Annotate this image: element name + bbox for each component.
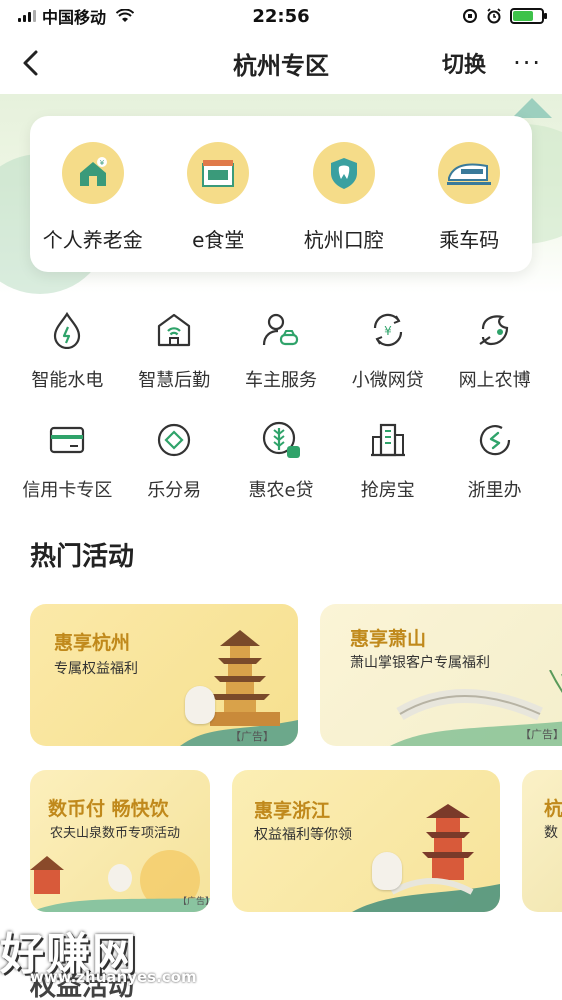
svg-text:¥: ¥	[384, 324, 392, 338]
quick-label: 杭州口腔	[303, 228, 384, 252]
card-subtitle: 农夫山泉数币专项活动	[50, 826, 181, 841]
smart-building-icon	[154, 310, 194, 350]
chevron-left-icon	[23, 50, 38, 76]
wifi-icon	[116, 9, 135, 22]
card-title: 惠享浙江	[254, 800, 331, 822]
svg-text:¥: ¥	[100, 159, 105, 167]
grid-item-smart-logistics[interactable]: 智慧后勤	[121, 310, 228, 420]
card-subtitle: 数	[544, 825, 558, 841]
alarm-icon	[487, 8, 501, 24]
grid-label: 乐分易	[147, 480, 202, 501]
grid-label: 智能水电	[31, 370, 104, 391]
quick-label: 个人养老金	[42, 228, 143, 252]
service-grid: 智能水电 智慧后勤 车主服务 ¥ 小微网贷 网上农博 信用卡专区 乐分易 惠农e…	[14, 310, 548, 530]
tooth-shield-icon	[312, 142, 375, 204]
grid-label: 车主服务	[244, 370, 317, 391]
ad-tag: 【广告】	[178, 897, 210, 907]
grid-item-house-treasure[interactable]: 抢房宝	[334, 420, 441, 530]
status-right	[364, 8, 547, 24]
zhe-circle-icon	[475, 420, 515, 460]
buildings-icon	[368, 420, 408, 460]
water-drop-icon	[47, 310, 87, 350]
ad-tag: 【广告】	[520, 728, 562, 741]
quick-item-canteen[interactable]: e食堂	[159, 142, 277, 272]
more-button[interactable]: ···	[513, 49, 542, 77]
card-title: 数币付 畅快饮	[48, 798, 169, 820]
canteen-icon	[187, 142, 250, 204]
grid-label: 浙里办	[467, 480, 522, 501]
grid-item-agri-expo[interactable]: 网上农博	[441, 310, 548, 420]
quick-label: e食堂	[192, 228, 245, 252]
card-title: 杭	[544, 798, 562, 820]
credit-card-icon	[47, 420, 87, 460]
grid-label: 网上农博	[458, 370, 531, 391]
mascot-illustration	[372, 852, 402, 890]
grid-label: 信用卡专区	[22, 480, 113, 501]
status-bar: 中国移动 22:56	[0, 0, 562, 32]
diamond-circle-icon	[154, 420, 194, 460]
mascot-illustration	[185, 686, 215, 724]
nav-bar: 杭州专区 切换 ···	[0, 32, 562, 94]
switch-button[interactable]: 切换	[442, 47, 486, 79]
grid-item-car-owner[interactable]: 车主服务	[228, 310, 335, 420]
grid-label: 智慧后勤	[138, 370, 211, 391]
quick-access-card: ¥ 个人养老金 e食堂 杭州口腔 乘车码	[30, 116, 532, 272]
house-coin-icon: ¥	[61, 142, 124, 204]
activity-card-digital-currency[interactable]: 数币付 畅快饮 农夫山泉数币专项活动 【广告】	[30, 770, 210, 912]
grid-label: 小微网贷	[351, 370, 424, 391]
car-owner-icon	[261, 310, 301, 350]
grid-item-zheliban[interactable]: 浙里办	[441, 420, 548, 530]
quick-label: 乘车码	[439, 228, 500, 252]
quick-item-transit-code[interactable]: 乘车码	[410, 142, 528, 272]
activity-card-partial[interactable]: 杭 数	[522, 770, 562, 912]
grid-item-micro-loan[interactable]: ¥ 小微网贷	[334, 310, 441, 420]
grid-row: 智能水电 智慧后勤 车主服务 ¥ 小微网贷 网上农博	[14, 310, 548, 420]
status-time: 22:56	[252, 5, 310, 27]
battery-icon	[510, 8, 547, 24]
wheat-icon	[261, 420, 301, 460]
yuan-cycle-icon: ¥	[368, 310, 408, 350]
grid-item-lefenyi[interactable]: 乐分易	[121, 420, 228, 530]
quick-item-pension[interactable]: ¥ 个人养老金	[34, 142, 152, 272]
section-title-hot: 热门活动	[30, 542, 135, 572]
card-title: 惠享萧山	[350, 628, 427, 650]
grid-item-credit-card[interactable]: 信用卡专区	[14, 420, 121, 530]
back-button[interactable]	[0, 32, 60, 94]
grid-row: 信用卡专区 乐分易 惠农e贷 抢房宝 浙里办	[14, 420, 548, 530]
grid-label: 惠农e贷	[248, 480, 314, 501]
card-subtitle: 权益福利等你领	[254, 827, 352, 843]
orientation-lock-icon	[463, 9, 477, 23]
grid-label: 抢房宝	[360, 480, 415, 501]
activity-card-zhejiang[interactable]: 惠享浙江 权益福利等你领	[232, 770, 500, 912]
grid-item-water-electric[interactable]: 智能水电	[14, 310, 121, 420]
train-icon	[438, 142, 501, 204]
page: 中国移动 22:56 杭州专区 切换 ··· ¥ 个人养老金 e食堂 杭州口腔 …	[0, 0, 562, 1000]
grid-item-huinong-eloan[interactable]: 惠农e贷	[228, 420, 335, 530]
card-subtitle: 萧山掌银客户专属福利	[350, 655, 490, 671]
pagoda-illustration	[352, 804, 500, 912]
ad-tag: 【广告】	[230, 730, 274, 743]
quick-item-dental[interactable]: 杭州口腔	[285, 142, 403, 272]
pagoda-roof-decoration	[512, 98, 552, 118]
carrier-name: 中国移动	[42, 8, 107, 27]
card-title: 惠享杭州	[54, 632, 131, 654]
farm-leaf-icon	[475, 310, 515, 350]
activity-card-xiaoshan[interactable]: 惠享萧山 萧山掌银客户专属福利 【广告】	[320, 604, 562, 746]
signal-icon	[18, 10, 36, 22]
card-subtitle: 专属权益福利	[54, 661, 138, 677]
activity-card-hangzhou[interactable]: 惠享杭州 专属权益福利 【广告】	[30, 604, 298, 746]
status-left: 中国移动	[18, 4, 198, 28]
watermark-url: www.zhuanyes.com	[30, 968, 197, 986]
